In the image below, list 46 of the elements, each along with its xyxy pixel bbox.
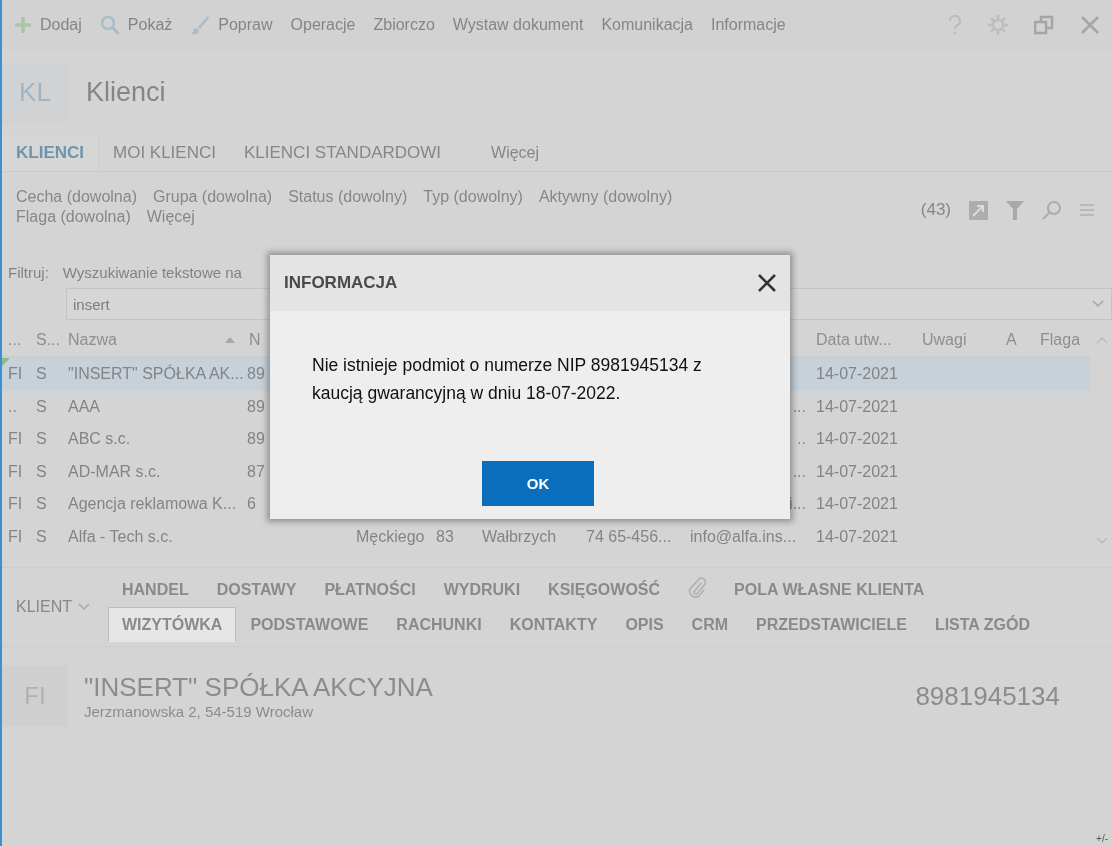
module-title: Klienci	[86, 77, 166, 108]
table-cell-text: ...	[791, 462, 807, 481]
table-cell-text: FI	[7, 462, 24, 481]
table-cell-text: ...	[791, 397, 807, 416]
table-cell-text: 14-07-2021	[815, 397, 899, 416]
table-cell-text: 14-07-2021	[815, 495, 899, 514]
table-cell-text: Męckiego	[355, 527, 426, 546]
client-address: Jerzmanowska 2, 54-519 Wrocław	[84, 703, 314, 720]
client-nip: 8981945134	[915, 680, 1060, 712]
table-cell-text: 14-07-2021	[815, 527, 899, 546]
table-cell-text: "INSERT" SPÓŁKA AK...	[67, 365, 243, 384]
table-cell-text: 14-07-2021	[815, 365, 899, 384]
table-cell-text: 14-07-2021	[815, 462, 899, 481]
dialog-message: Nie istnieje podmiot o numerze NIP 8981945134 z kaucją gwarancyjną w dniu 18-07-2022.	[311, 354, 703, 405]
table-cell-text: ..	[7, 397, 18, 416]
table-cell-text: FI	[7, 495, 24, 514]
table-cell-text: 83	[435, 527, 455, 546]
table-cell-text: FI	[7, 527, 24, 546]
table-cell-text: S	[35, 462, 48, 481]
table-cell-text: 89	[246, 397, 266, 416]
record-count: (43)	[920, 200, 951, 220]
table-cell-text: 89	[246, 430, 266, 449]
table-cell-text: 87	[246, 462, 266, 481]
table-cell-text: 74 65-456...	[585, 527, 673, 546]
table-cell-text: FI	[7, 430, 24, 449]
filter-label: Filtruj:	[8, 263, 49, 281]
table-cell-text: ..	[796, 430, 807, 449]
table-cell-text: S	[35, 365, 48, 384]
table-cell-text: AAA	[67, 397, 101, 416]
table-cell-text: Wałbrzych	[481, 527, 558, 546]
table-cell-text: S	[35, 430, 48, 449]
table-cell-text: info@alfa.ins...	[689, 527, 798, 546]
dialog-title: INFORMACJA	[284, 273, 398, 293]
client-name: "INSERT" SPÓŁKA AKCYJNA	[84, 672, 434, 703]
table-cell-text: S	[35, 495, 48, 514]
table-cell-text: Alfa - Tech s.c.	[67, 527, 174, 546]
table-cell-text: Agencja reklamowa K...	[67, 495, 238, 514]
table-cell-text: ABC s.c.	[67, 430, 132, 449]
table-cell-text: i...	[788, 495, 807, 514]
table-cell-text: S	[35, 397, 48, 416]
table-cell-text: 14-07-2021	[815, 430, 899, 449]
corner-label: +/-	[1096, 833, 1108, 844]
table-cell-text: S	[35, 527, 48, 546]
table-cell-text: AD-MAR s.c.	[67, 462, 162, 481]
table-cell-text: 6	[246, 495, 257, 514]
table-cell-text: FI	[7, 365, 24, 384]
